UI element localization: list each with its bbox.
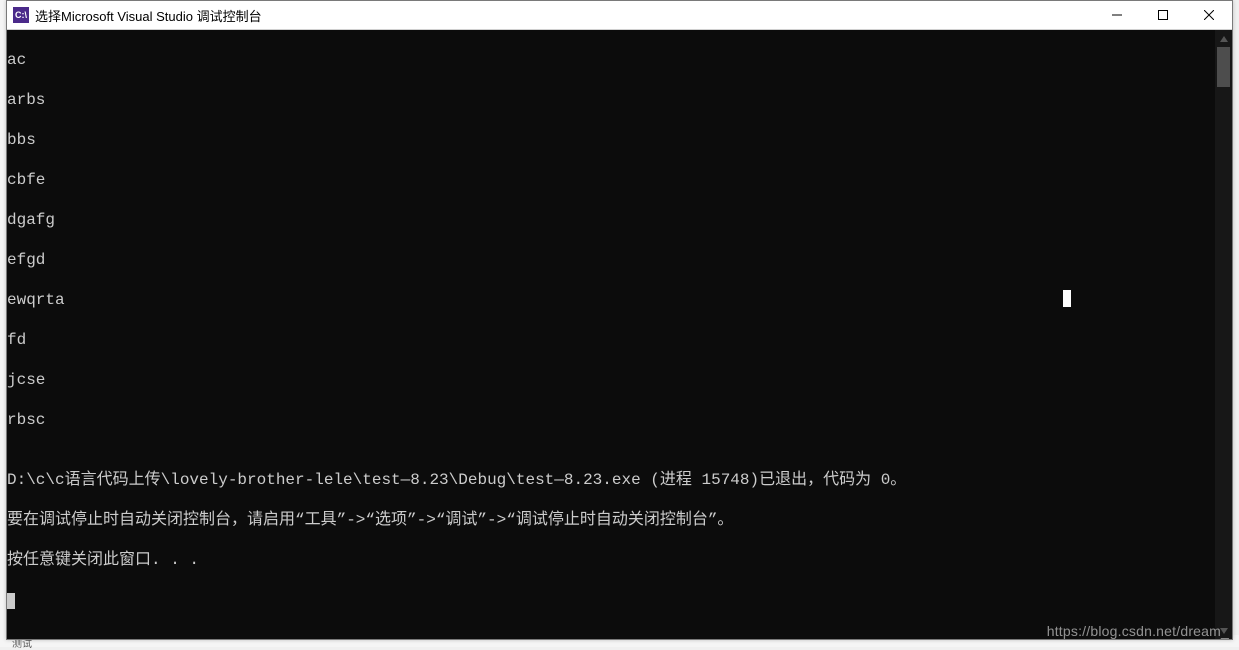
client-area: ac arbs bbs cbfe dgafg efgd ewqrta fd jc… (7, 30, 1232, 639)
text-cursor (7, 593, 15, 609)
selection-caret (1063, 290, 1071, 307)
app-icon: C:\ (13, 7, 29, 23)
titlebar-buttons (1094, 1, 1232, 29)
titlebar[interactable]: C:\ 选择Microsoft Visual Studio 调试控制台 (7, 1, 1232, 30)
window-title: 选择Microsoft Visual Studio 调试控制台 (35, 6, 262, 25)
output-line: bbs (7, 130, 1215, 150)
output-line: fd (7, 330, 1215, 350)
maximize-button[interactable] (1140, 1, 1186, 29)
close-button[interactable] (1186, 1, 1232, 29)
press-any-key-line: 按任意键关闭此窗口. . . (7, 550, 1215, 570)
console-window: C:\ 选择Microsoft Visual Studio 调试控制台 ac a… (6, 0, 1233, 640)
output-line: efgd (7, 250, 1215, 270)
exit-status-line: D:\c\c语言代码上传\lovely-brother-lele\test—8.… (7, 470, 1215, 490)
console-output[interactable]: ac arbs bbs cbfe dgafg efgd ewqrta fd jc… (7, 30, 1215, 639)
chevron-down-icon (1220, 627, 1228, 635)
ide-bottom-label: 测试 (12, 639, 32, 650)
output-line: ewqrta (7, 290, 1215, 310)
scrollbar-thumb[interactable] (1217, 47, 1230, 87)
maximize-icon (1158, 10, 1168, 20)
scroll-up-button[interactable] (1215, 30, 1232, 47)
minimize-icon (1112, 10, 1122, 20)
minimize-button[interactable] (1094, 1, 1140, 29)
output-line: dgafg (7, 210, 1215, 230)
hint-line: 要在调试停止时自动关闭控制台，请启用“工具”->“选项”->“调试”->“调试停… (7, 510, 1215, 530)
scroll-down-button[interactable] (1215, 622, 1232, 639)
close-icon (1204, 10, 1214, 20)
scrollbar-track[interactable] (1215, 47, 1232, 622)
output-line: arbs (7, 90, 1215, 110)
chevron-up-icon (1220, 35, 1228, 43)
output-line: cbfe (7, 170, 1215, 190)
output-line: ac (7, 50, 1215, 70)
app-icon-label: C:\ (15, 10, 27, 20)
output-line: rbsc (7, 410, 1215, 430)
output-line: jcse (7, 370, 1215, 390)
vertical-scrollbar[interactable] (1215, 30, 1232, 639)
